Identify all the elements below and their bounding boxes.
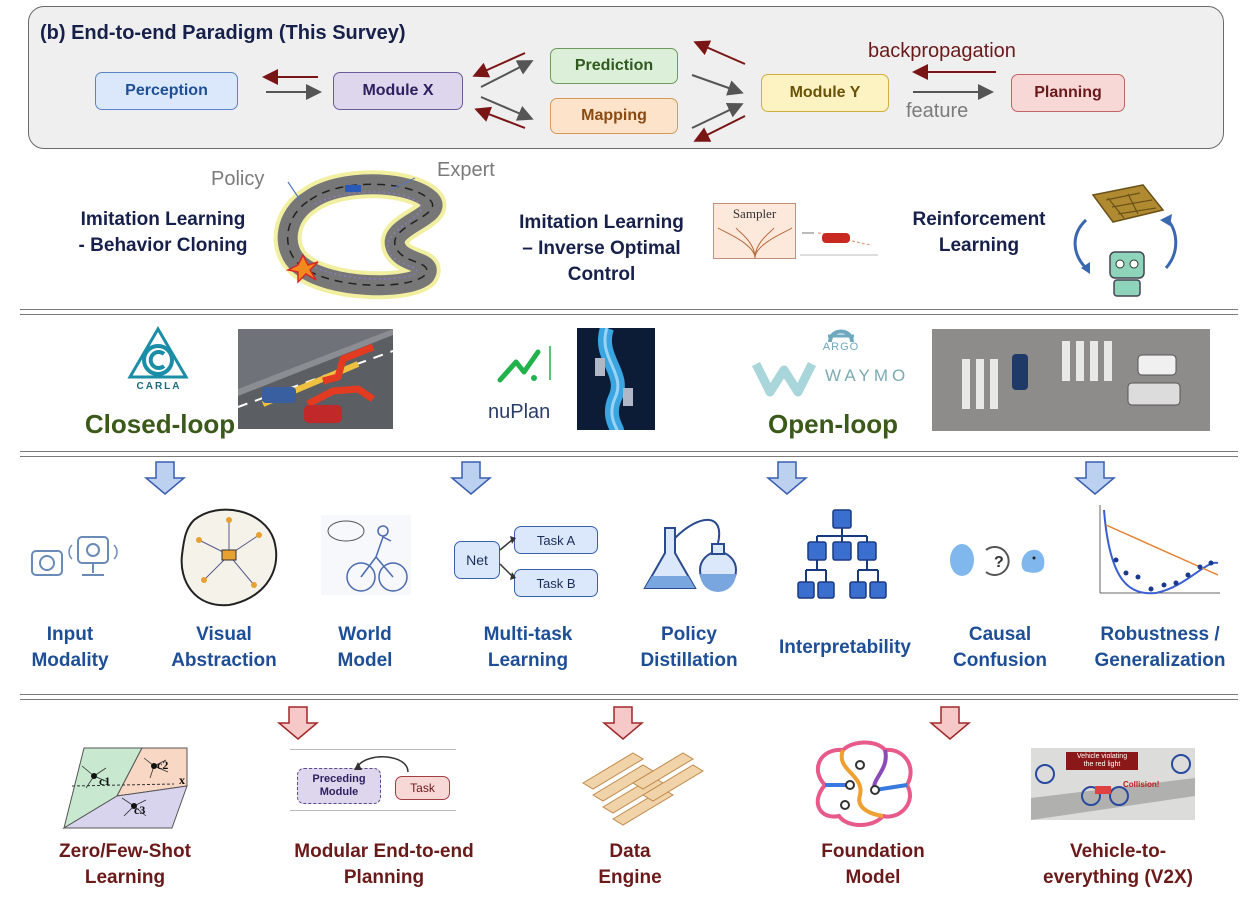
paradigm-arrows: [262, 40, 996, 142]
rl-loop-illustration: [1073, 184, 1178, 297]
net-box: Net: [454, 541, 500, 579]
down-arrow-icon: [276, 706, 320, 740]
task-b-label: Task B: [536, 575, 576, 591]
cluster-c2-label: c2: [157, 758, 169, 772]
foundation-model-brain-icon: [815, 740, 913, 827]
future-modular-planning: Modular End-to-end Planning: [294, 841, 474, 888]
waymo-aerial-image: [932, 329, 1210, 431]
argo-logo-text: ARGO: [822, 341, 860, 353]
backprop-arrow: [262, 40, 996, 142]
race-track-illustration: [273, 170, 447, 300]
separator-1: [20, 309, 1238, 315]
challenge-policy-distillation: Policy Distillation: [640, 624, 738, 671]
feature-arrow: [266, 60, 994, 129]
v2x-scene-image: Vehicle violating the red light Collision…: [1031, 748, 1195, 820]
future-v2x: Vehicle-to-everything (V2X): [1043, 841, 1193, 888]
waymo-logo-text: WAYMO: [825, 366, 910, 385]
survey-overview-figure: (b) End-to-end Paradigm (This Survey) Pe…: [0, 0, 1258, 903]
robustness-curve-icon: [1099, 505, 1220, 595]
challenge-interpretability: Interpretability: [779, 637, 911, 658]
down-arrow-icon: [143, 461, 187, 495]
policy-distillation-flask-icon: [643, 518, 737, 592]
separator-2: [20, 451, 1238, 457]
challenge-input-modality: Input Modality: [31, 624, 109, 671]
preceding-line2: Module: [319, 786, 359, 798]
carla-logo-text: CARLA: [136, 381, 182, 392]
challenge-robustness-generalization: Robustness / Generalization: [1094, 624, 1226, 671]
svg-text:?: ?: [994, 554, 1004, 571]
task-a-label: Task A: [536, 532, 576, 548]
carla-logo-icon: [127, 326, 189, 379]
open-loop-label: Open-loop: [768, 409, 898, 439]
challenge-visual-abstraction: Visual Abstraction: [171, 624, 277, 671]
nuplan-logo-icon: [497, 346, 551, 383]
task-label: Task: [410, 781, 435, 795]
v2x-collision-label: Collision!: [1123, 780, 1160, 789]
sampler-illustration: Sampler: [713, 203, 796, 259]
policy-label: Policy: [211, 168, 265, 190]
down-arrow-icon: [1073, 461, 1117, 495]
v2x-banner: Vehicle violating the red light: [1066, 752, 1138, 770]
modular-feedback-arrow: [354, 756, 409, 773]
visual-abstraction-icon: [180, 508, 278, 607]
future-zero-few-shot: Zero/Few-Shot Learning: [59, 841, 191, 888]
expert-label: Expert: [437, 159, 495, 181]
down-arrow-icon: [765, 461, 809, 495]
cluster-c1-label: c1: [99, 774, 111, 788]
camera-sensor-icon: [31, 536, 118, 576]
closed-loop-label: Closed-loop: [84, 409, 236, 439]
ioc-label: Imitation Learning – Inverse Optimal Contr…: [519, 212, 684, 285]
car-trajectory-illustration: [800, 232, 878, 256]
world-model-cyclist-icon: [321, 515, 411, 595]
data-engine-servers-icon: [582, 752, 704, 826]
x-label: x: [179, 773, 185, 787]
down-arrow-icon: [601, 706, 645, 740]
interpretability-tree-icon: [797, 509, 887, 599]
carla-simulation-image: [238, 329, 393, 429]
future-foundation-model: Foundation Model: [821, 841, 925, 888]
down-arrow-icon: [449, 461, 493, 495]
challenge-multi-task-learning: Multi-task Learning: [483, 624, 573, 671]
waymo-logo-icon: [751, 361, 817, 397]
challenge-causal-confusion: Causal Confusion: [953, 624, 1047, 671]
rl-label: Reinforcement Learning: [912, 209, 1046, 256]
nuplan-simulation-image: [577, 328, 655, 430]
bc-label: Imitation Learning - Behavior Cloning: [78, 209, 248, 256]
cluster-c3-label: c3: [134, 803, 146, 817]
future-data-engine: Data Engine: [598, 841, 662, 888]
multitask-arrows: [499, 536, 516, 580]
zero-shot-clusters-icon: [62, 747, 188, 830]
net-label: Net: [466, 552, 488, 568]
challenge-down-arrows: [143, 461, 1117, 495]
separator-3: [20, 694, 1238, 700]
challenge-world-model: World Model: [337, 624, 393, 671]
nuplan-logo-text: nuPlan: [488, 401, 551, 423]
causal-confusion-icon: ?: [950, 544, 1045, 576]
down-arrow-icon: [928, 706, 972, 740]
